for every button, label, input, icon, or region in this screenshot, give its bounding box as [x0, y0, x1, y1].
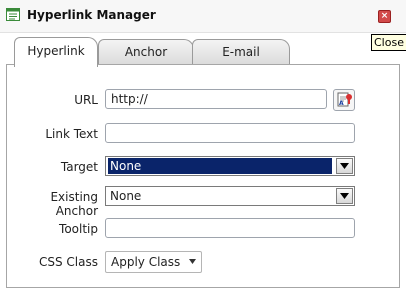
svg-text:A: A [339, 100, 344, 107]
css-class-value: Apply Class [111, 255, 181, 269]
close-icon[interactable]: × [378, 10, 391, 23]
css-class-dropdown[interactable]: Apply Class [105, 251, 202, 273]
document-manager-button[interactable]: A [333, 89, 355, 111]
target-select[interactable]: None [105, 156, 355, 176]
target-label: Target [60, 160, 98, 174]
chevron-down-icon[interactable] [336, 158, 353, 174]
url-input[interactable]: http:// [105, 89, 327, 109]
tab-anchor[interactable]: Anchor [98, 39, 194, 64]
tab-strip: Hyperlink Anchor E-mail [14, 37, 394, 67]
chevron-down-icon[interactable] [336, 188, 353, 204]
title-bar: Hyperlink Manager × [0, 0, 406, 33]
tooltip-input[interactable] [105, 218, 355, 238]
close-tooltip: Close [371, 34, 406, 51]
existing-anchor-select[interactable]: None [105, 186, 355, 206]
caret-down-icon [189, 259, 196, 264]
target-value: None [108, 158, 332, 174]
url-label: URL [74, 93, 98, 107]
existing-anchor-label: Existing Anchor [50, 190, 98, 218]
link-text-input[interactable] [105, 123, 355, 143]
tooltip-label: Tooltip [59, 222, 98, 236]
link-text-label: Link Text [45, 127, 98, 141]
existing-anchor-value: None [110, 189, 142, 203]
tab-hyperlink[interactable]: Hyperlink [14, 37, 98, 67]
hyperlink-manager-icon [6, 8, 20, 21]
window-title: Hyperlink Manager [27, 8, 156, 22]
tab-email[interactable]: E-mail [192, 39, 290, 64]
document-manager-icon: A [337, 92, 352, 107]
css-class-label: CSS Class [39, 255, 98, 269]
